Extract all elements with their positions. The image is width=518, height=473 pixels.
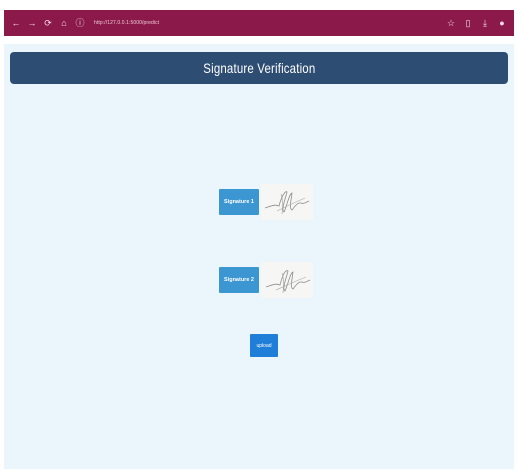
signature-image-icon [264,191,310,215]
bookmark-star-icon[interactable]: ☆ [445,16,457,30]
home-icon[interactable]: ⌂ [58,16,70,30]
site-info-icon[interactable]: ⓘ [74,16,86,30]
toolbar-divider [4,36,514,44]
browser-window: ← → ⟳ ⌂ ⓘ http://127.0.0.1:5000/predict … [4,10,514,469]
signature-1-button[interactable]: Signature 1 [219,189,259,215]
back-arrow-icon[interactable]: ← [10,16,22,30]
forward-arrow-icon[interactable]: → [26,16,38,30]
address-bar[interactable]: http://127.0.0.1:5000/predict [94,20,159,26]
page-title: Signature Verification [202,60,316,76]
signature-2-button[interactable]: Signature 2 [219,267,259,293]
reload-icon[interactable]: ⟳ [42,16,54,30]
tab-icon[interactable]: ▯ [462,16,474,30]
upload-button[interactable]: upload [250,334,278,357]
browser-toolbar: ← → ⟳ ⌂ ⓘ http://127.0.0.1:5000/predict … [4,10,514,36]
signature-2-image [261,262,313,298]
page-header: Signature Verification [10,52,508,84]
signature-row-2: Signature 2 [219,262,313,298]
download-icon[interactable]: ⤓ [479,16,491,30]
signature-row-1: Signature 1 [219,184,313,220]
signature-image-icon [265,270,311,294]
signature-1-image [261,184,313,220]
profile-icon[interactable]: ● [496,16,508,30]
